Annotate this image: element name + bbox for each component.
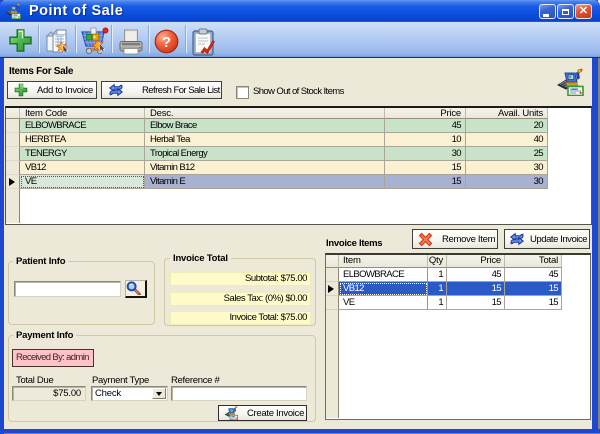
svg-text:?: ?	[162, 34, 171, 51]
